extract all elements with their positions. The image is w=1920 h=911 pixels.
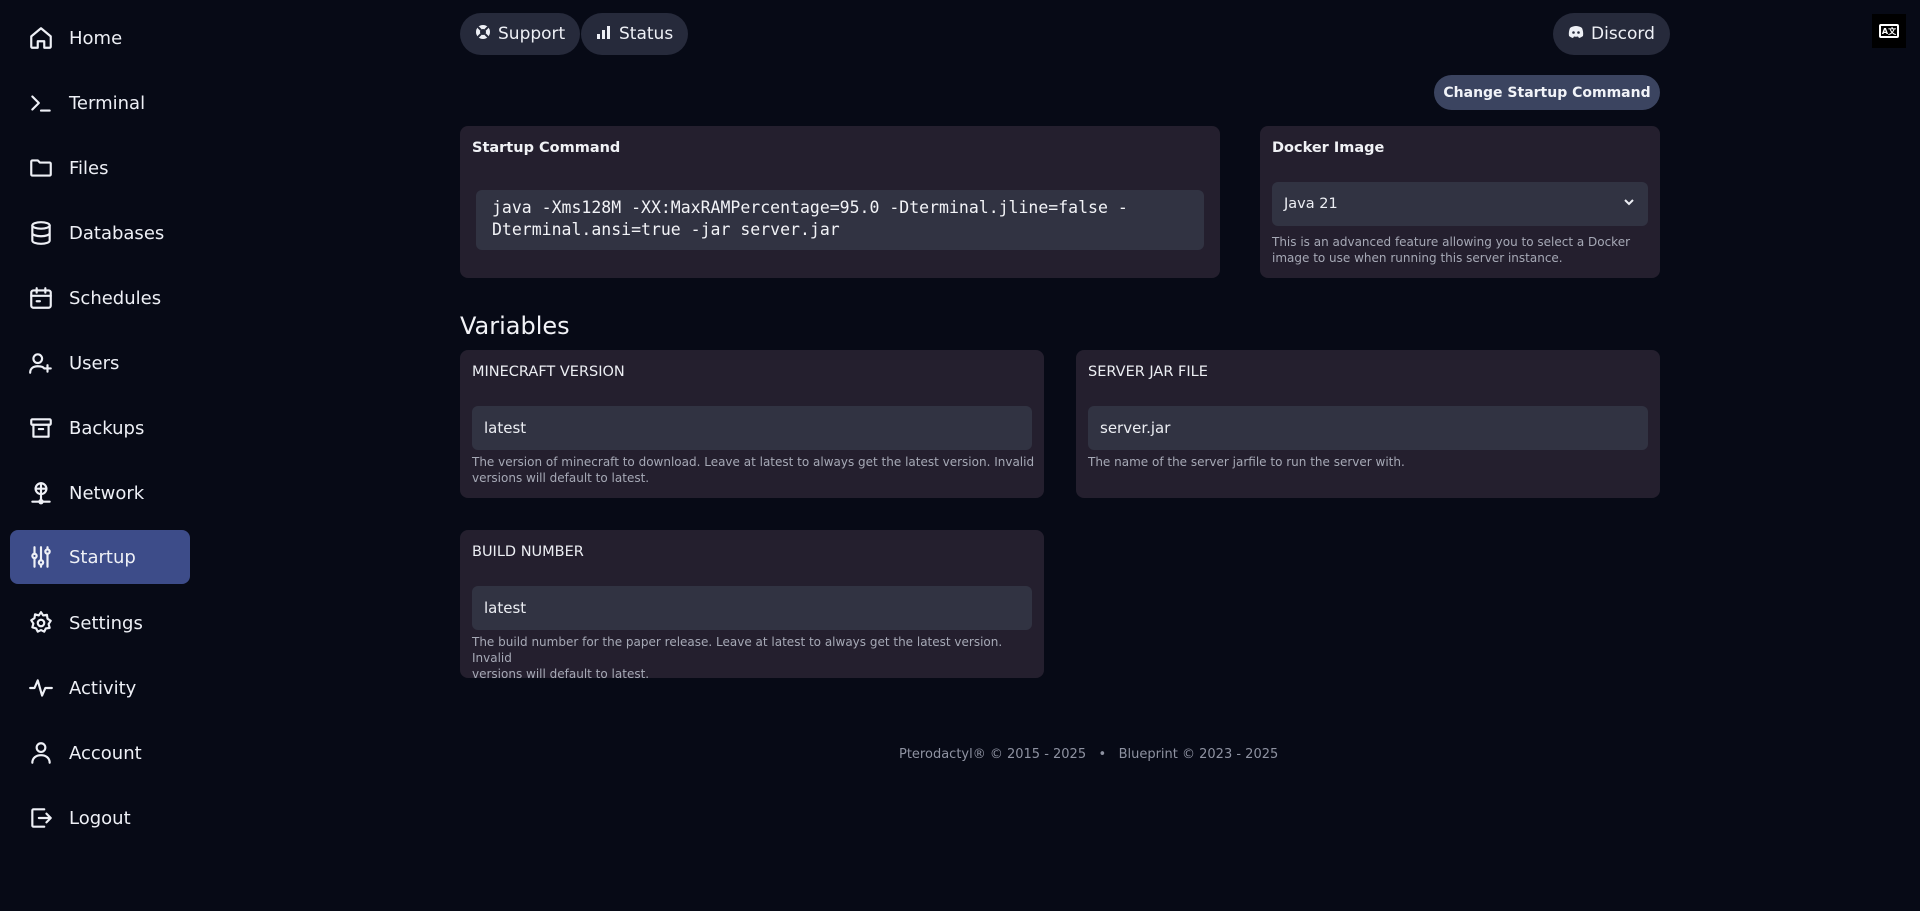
sidebar-item-label: Account [69,742,142,764]
docker-image-card: Docker Image Java 21 This is an advanced… [1260,126,1660,278]
sidebar-item-databases[interactable]: Databases [10,206,190,260]
user-plus-icon [28,350,54,376]
chevron-down-icon [1622,195,1636,213]
minecraft-version-input[interactable]: latest [472,406,1032,450]
discord-label: Discord [1591,24,1655,44]
sidebar-item-label: Home [69,27,123,49]
bar-chart-icon [596,24,612,45]
docker-image-title: Docker Image [1272,140,1385,156]
sidebar-item-home[interactable]: Home [10,11,190,65]
sidebar-item-network[interactable]: Network [10,466,190,520]
sidebar-item-settings[interactable]: Settings [10,596,190,650]
discord-button[interactable]: Discord [1553,13,1670,55]
lifebuoy-icon [475,24,491,45]
sliders-icon [28,544,54,570]
sidebar-item-files[interactable]: Files [10,141,190,195]
docker-help-line-1: This is an advanced feature allowing you… [1272,235,1631,249]
terminal-icon [28,90,54,116]
sidebar: Home Terminal Files Databases Schedules … [0,0,200,911]
variable-help-line-1: The build number for the paper release. … [472,635,1003,665]
startup-command-line-2: Dterminal.ansi=true -jar server.jar [492,220,840,239]
sidebar-item-label: Backups [69,417,145,439]
startup-command-card: Startup Command java -Xms128M -XX:MaxRAM… [460,126,1220,278]
sidebar-item-label: Databases [69,222,165,244]
variable-help: The version of minecraft to download. Le… [472,454,1034,486]
gear-icon [28,610,54,636]
variable-card-build-number: BUILD NUMBER latest The build number for… [460,530,1044,681]
home-icon [28,25,54,51]
logout-icon [28,805,54,831]
database-icon [28,220,54,246]
sidebar-item-label: Schedules [69,287,162,309]
sidebar-item-label: Files [69,157,109,179]
change-startup-command-button[interactable]: Change Startup Command [1434,75,1660,110]
sidebar-item-users[interactable]: Users [10,336,190,390]
variable-help: The build number for the paper release. … [472,634,1044,682]
docker-image-help: This is an advanced feature allowing you… [1272,234,1630,266]
calendar-icon [28,285,54,311]
sidebar-item-activity[interactable]: Activity [10,661,190,715]
build-number-input[interactable]: latest [472,586,1032,630]
footer-copyright: Pterodactyl® © 2015 - 2025 • Blueprint ©… [899,747,1279,762]
sidebar-item-label: Settings [69,612,143,634]
variables-title: Variables [460,312,570,340]
startup-command-line-1: java -Xms128M -XX:MaxRAMPercentage=95.0 … [492,198,1128,217]
variable-card-server-jar-file: SERVER JAR FILE server.jar The name of t… [1076,350,1660,498]
docker-help-line-2: image to use when running this server in… [1272,251,1563,265]
sidebar-item-label: Network [69,482,145,504]
archive-icon [28,415,54,441]
sidebar-item-terminal[interactable]: Terminal [10,76,190,130]
variable-name: SERVER JAR FILE [1088,364,1208,380]
sidebar-item-logout[interactable]: Logout [10,791,190,845]
folder-icon [28,155,54,181]
status-label: Status [619,24,674,44]
docker-image-select[interactable]: Java 21 [1272,182,1648,226]
sidebar-item-label: Logout [69,807,131,829]
sidebar-item-schedules[interactable]: Schedules [10,271,190,325]
sidebar-item-label: Users [69,352,120,374]
variable-help: The name of the server jarfile to run th… [1088,454,1405,470]
sidebar-item-label: Startup [69,546,136,568]
sidebar-item-label: Activity [69,677,137,699]
support-button[interactable]: Support [460,13,581,55]
sidebar-item-account[interactable]: Account [10,726,190,780]
language-button[interactable]: A文 [1872,14,1906,48]
variable-name: BUILD NUMBER [472,544,584,560]
variable-name: MINECRAFT VERSION [472,364,625,380]
variable-card-minecraft-version: MINECRAFT VERSION latest The version of … [460,350,1044,498]
language-icon: A文 [1879,24,1899,38]
docker-image-selected: Java 21 [1284,196,1338,212]
status-button[interactable]: Status [581,13,689,55]
variable-help-line-2: versions will default to latest. [472,471,650,485]
sidebar-item-label: Terminal [69,92,146,114]
sidebar-item-backups[interactable]: Backups [10,401,190,455]
variable-help-line-1: The version of minecraft to download. Le… [472,455,1035,469]
variable-help-line-2: versions will default to latest. [472,667,650,681]
support-label: Support [498,24,566,44]
startup-command-value: java -Xms128M -XX:MaxRAMPercentage=95.0 … [476,190,1204,250]
discord-icon [1568,24,1584,45]
activity-icon [28,675,54,701]
server-jar-file-input[interactable]: server.jar [1088,406,1648,450]
network-icon [28,480,54,506]
variable-help-line-1: The name of the server jarfile to run th… [1088,455,1405,469]
startup-command-title: Startup Command [472,140,621,156]
sidebar-item-startup[interactable]: Startup [10,530,190,584]
user-icon [28,740,54,766]
